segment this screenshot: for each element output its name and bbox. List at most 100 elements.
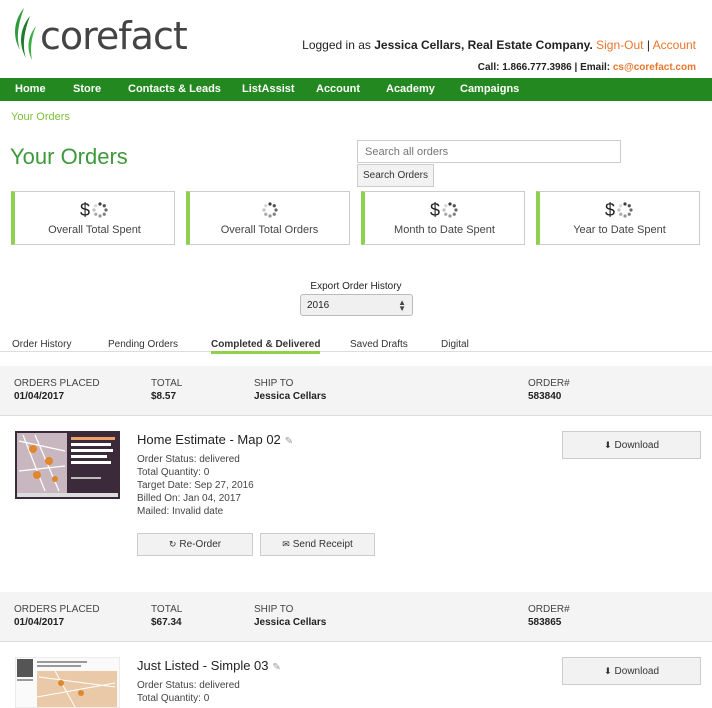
spinner-dot <box>104 208 108 212</box>
order-placed-date: 01/04/2017 <box>14 617 65 628</box>
product-title[interactable]: Home Estimate - Map 02 ✎ <box>137 432 293 447</box>
order-placed-date: 01/04/2017 <box>14 391 65 402</box>
refresh-icon: ↻ <box>168 539 177 549</box>
spinner-dot <box>272 212 276 216</box>
user-name: Jessica Cellars, Real Estate Company. <box>374 38 593 52</box>
dollar-sign: $ <box>79 199 90 220</box>
search-orders-button[interactable]: Search Orders <box>357 164 434 187</box>
account-link[interactable]: Account <box>653 38 696 52</box>
reorder-label: Re-Order <box>179 539 222 550</box>
nav-home[interactable]: Home <box>15 83 46 95</box>
export-label: Export Order History <box>310 281 402 292</box>
corefact-logo[interactable]: corefact <box>10 6 188 62</box>
leaf-logo-icon <box>15 8 36 60</box>
total-quantity: Total Quantity: 0 <box>137 467 210 478</box>
spinner-dot <box>94 212 98 216</box>
order-number-label: Order# <box>528 604 570 615</box>
spinner-dot <box>274 208 278 212</box>
spinner-dot <box>94 204 98 208</box>
stat-month-to-date-spent: $ Month to Date Spent <box>361 191 525 245</box>
call-text: Call: 1.866.777.3986 | Email: <box>477 62 611 73</box>
send-receipt-button[interactable]: ✉ Send Receipt <box>260 533 375 556</box>
product-thumbnail[interactable] <box>15 431 120 499</box>
spinner-dot <box>452 204 456 208</box>
loading-spinner-icon <box>442 202 458 218</box>
loading-spinner-icon <box>92 202 108 218</box>
order-number: 583865 <box>528 617 562 628</box>
product-title-text: Home Estimate - Map 02 <box>137 432 281 447</box>
tab-pending-orders[interactable]: Pending Orders <box>108 339 178 350</box>
nav-listassist[interactable]: ListAssist <box>242 83 295 95</box>
stat-overall-total-spent: $ Overall Total Spent <box>11 191 175 245</box>
logo-text: corefact <box>40 14 188 58</box>
search-input[interactable] <box>357 140 621 163</box>
stat-year-to-date-spent: $ Year to Date Spent <box>536 191 700 245</box>
contact-info: Call: 1.866.777.3986 | Email: cs@corefac… <box>478 62 696 73</box>
download-label: Download <box>614 665 660 677</box>
tab-order-history[interactable]: Order History <box>12 339 71 350</box>
spinner-dot <box>629 208 633 212</box>
edit-icon[interactable]: ✎ <box>273 662 281 673</box>
spinner-dot <box>262 208 266 212</box>
total-label: Total <box>151 378 183 389</box>
dollar-sign: $ <box>604 199 615 220</box>
spinner-dot <box>448 202 452 206</box>
login-status: Logged in as Jessica Cellars, Real Estat… <box>302 38 696 52</box>
spinner-dot <box>452 212 456 216</box>
stat-label: Year to Date Spent <box>573 224 666 236</box>
nav-account[interactable]: Account <box>316 83 360 95</box>
export-year-select[interactable]: 2016 ▲ ▼ <box>300 294 413 316</box>
sign-out-link[interactable]: Sign-Out <box>596 38 643 52</box>
tab-digital[interactable]: Digital <box>441 339 469 350</box>
target-date: Target Date: Sep 27, 2016 <box>137 480 254 491</box>
nav-store[interactable]: Store <box>73 83 101 95</box>
order-total: $67.34 <box>151 617 182 628</box>
tab-completed-delivered[interactable]: Completed & Delivered <box>211 339 321 354</box>
product-thumbnail[interactable] <box>15 657 120 708</box>
download-button[interactable]: ⬇ Download <box>562 657 701 685</box>
tab-saved-drafts[interactable]: Saved Drafts <box>350 339 408 350</box>
spinner-dot <box>444 204 448 208</box>
export-selected-year: 2016 <box>307 300 330 311</box>
spinner-dot <box>98 214 102 218</box>
spinner-dot <box>442 208 446 212</box>
orders-placed-label: Orders Placed <box>14 604 100 615</box>
spinner-dot <box>268 214 272 218</box>
download-icon: ⬇ <box>603 439 612 450</box>
order-number: 583840 <box>528 391 562 402</box>
ship-to-label: Ship To <box>254 604 294 615</box>
total-quantity: Total Quantity: 0 <box>137 693 210 704</box>
main-nav: Home Store Contacts & Leads ListAssist A… <box>0 78 712 101</box>
envelope-icon: ✉ <box>282 539 290 549</box>
download-button[interactable]: ⬇ Download <box>562 431 701 459</box>
breadcrumb[interactable]: Your Orders <box>11 111 70 123</box>
nav-campaigns[interactable]: Campaigns <box>460 83 519 95</box>
stat-label: Overall Total Spent <box>48 224 141 236</box>
download-label: Download <box>614 439 660 451</box>
logged-in-prefix: Logged in as <box>302 38 371 52</box>
nav-academy[interactable]: Academy <box>386 83 435 95</box>
order-status: Order Status: delivered <box>137 454 240 465</box>
ship-to-name: Jessica Cellars <box>254 391 327 402</box>
spinner-dot <box>617 208 621 212</box>
order-status: Order Status: delivered <box>137 680 240 691</box>
nav-contacts-leads[interactable]: Contacts & Leads <box>128 83 221 95</box>
email-link[interactable]: cs@corefact.com <box>613 62 696 73</box>
product-title[interactable]: Just Listed - Simple 03 ✎ <box>137 658 281 673</box>
reorder-button[interactable]: ↻ Re-Order <box>137 533 253 556</box>
total-label: Total <box>151 604 183 615</box>
spinner-dot <box>268 202 272 206</box>
billed-on: Billed On: Jan 04, 2017 <box>137 493 241 504</box>
spinner-dot <box>102 212 106 216</box>
order-details: Order Status: delivered Total Quantity: … <box>137 453 254 518</box>
download-icon: ⬇ <box>603 665 612 676</box>
send-receipt-label: Send Receipt <box>292 539 353 550</box>
edit-icon[interactable]: ✎ <box>285 436 293 447</box>
spinner-dot <box>448 214 452 218</box>
order-header: Orders Placed 01/04/2017 Total $67.34 Ship… <box>0 592 712 642</box>
spinner-dot <box>623 202 627 206</box>
spinner-dot <box>272 204 276 208</box>
spinner-dot <box>619 212 623 216</box>
order-details: Order Status: delivered Total Quantity: … <box>137 679 240 705</box>
dollar-sign: $ <box>429 199 440 220</box>
